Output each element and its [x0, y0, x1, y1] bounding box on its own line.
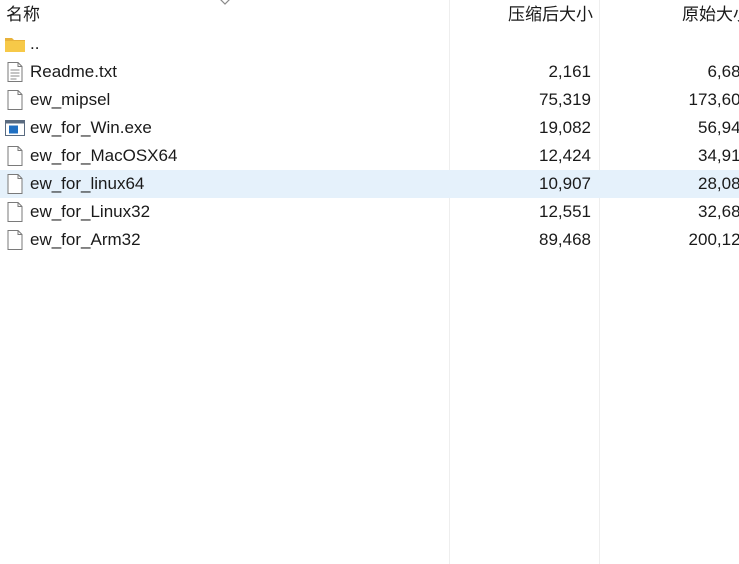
- file-name: ..: [30, 34, 40, 53]
- column-header-name[interactable]: 名称: [6, 0, 40, 30]
- file-name: ew_for_Arm32: [30, 230, 141, 249]
- file-row[interactable]: Readme.txt 2,161 6,682: [0, 58, 739, 86]
- compressed-size: 12,551: [539, 202, 591, 221]
- file-icon: [4, 173, 26, 195]
- text-file-icon: [4, 61, 26, 83]
- file-row[interactable]: ew_for_Win.exe 19,082 56,949: [0, 114, 739, 142]
- original-size: 173,604: [688, 90, 739, 109]
- file-name: ew_mipsel: [30, 90, 111, 109]
- original-size: 200,121: [688, 230, 739, 249]
- file-icon: [4, 201, 26, 223]
- original-size: 32,680: [698, 202, 739, 221]
- compressed-size: 75,319: [539, 90, 591, 109]
- file-row[interactable]: ew_for_Arm32 89,468 200,121: [0, 226, 739, 254]
- compressed-size: 19,082: [539, 118, 591, 137]
- file-name: ew_for_linux64: [30, 174, 145, 193]
- compressed-size: 2,161: [548, 62, 591, 81]
- original-size: 6,682: [707, 62, 739, 81]
- file-row[interactable]: ew_for_Linux32 12,551 32,680: [0, 198, 739, 226]
- column-header-compressed-size[interactable]: 压缩后大小: [452, 0, 593, 30]
- file-list-view: 名称 压缩后大小 原始大小 .. Readme.txt 2,161 6,682 ew_m…: [0, 0, 739, 564]
- file-rows: .. Readme.txt 2,161 6,682 ew_mipsel 75,319 173…: [0, 30, 739, 254]
- file-row[interactable]: ew_mipsel 75,319 173,604: [0, 86, 739, 114]
- column-header-bar: 名称 压缩后大小 原始大小: [0, 0, 739, 30]
- compressed-size: 89,468: [539, 230, 591, 249]
- original-size: 56,949: [698, 118, 739, 137]
- original-size: 34,912: [698, 146, 739, 165]
- file-icon: [4, 229, 26, 251]
- compressed-size: 10,907: [539, 174, 591, 193]
- compressed-size: 12,424: [539, 146, 591, 165]
- compressed-size: [452, 30, 591, 58]
- file-icon: [4, 89, 26, 111]
- exe-file-icon: [4, 117, 26, 139]
- file-row[interactable]: ew_for_linux64 10,907 28,080: [0, 170, 739, 198]
- file-icon: [4, 145, 26, 167]
- file-name: ew_for_Win.exe: [30, 118, 152, 137]
- original-size: [600, 30, 739, 58]
- file-name: ew_for_Linux32: [30, 202, 151, 221]
- folder-up-icon: [4, 33, 26, 55]
- file-name: ew_for_MacOSX64: [30, 146, 178, 165]
- column-header-original-size[interactable]: 原始大小: [600, 0, 739, 30]
- original-size: 28,080: [698, 174, 739, 193]
- file-row[interactable]: ew_for_MacOSX64 12,424 34,912: [0, 142, 739, 170]
- chevron-down-icon: [220, 0, 230, 5]
- file-name: Readme.txt: [30, 62, 117, 81]
- parent-folder-row[interactable]: ..: [0, 30, 739, 58]
